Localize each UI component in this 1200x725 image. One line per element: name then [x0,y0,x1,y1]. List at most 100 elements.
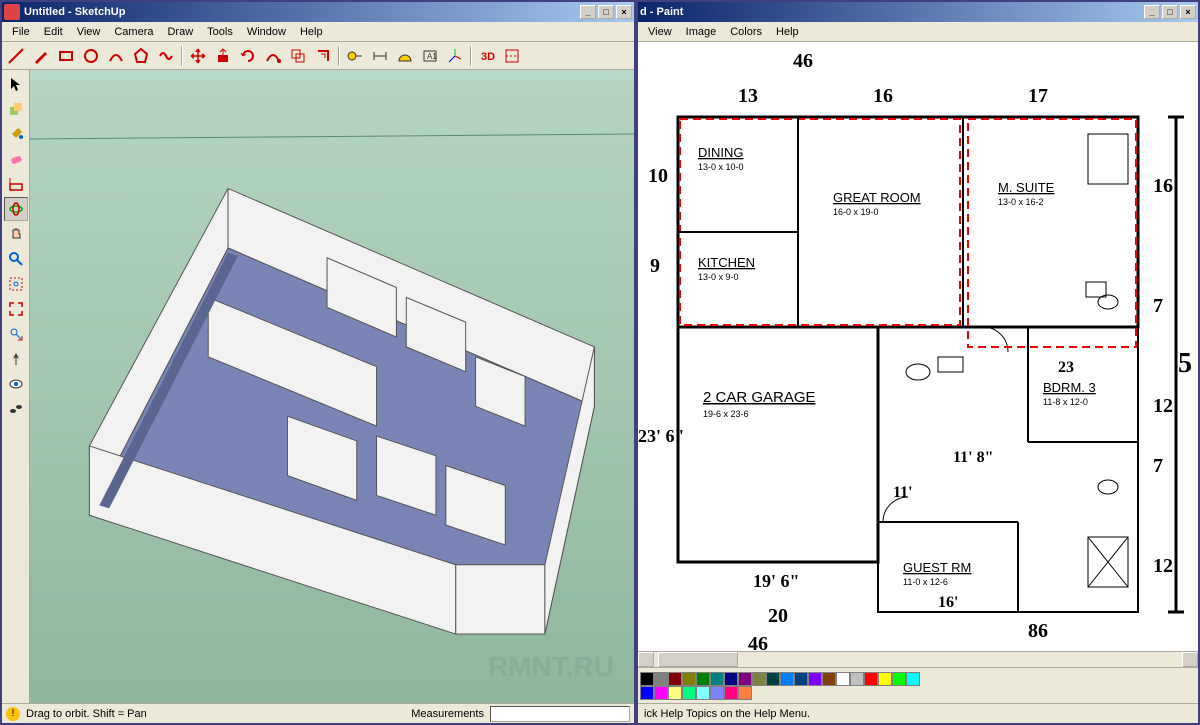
svg-text:M. SUITE: M. SUITE [998,180,1055,195]
color-swatch[interactable] [724,672,738,686]
color-swatch[interactable] [892,672,906,686]
color-swatch[interactable] [780,672,794,686]
color-swatch[interactable] [710,686,724,700]
color-swatch[interactable] [654,686,668,700]
svg-text:86: 86 [1028,620,1048,642]
menu-view[interactable]: View [642,24,678,40]
look-around-icon[interactable] [4,372,28,396]
menu-file[interactable]: File [6,24,36,40]
menu-edit[interactable]: Edit [38,24,69,40]
move-tool-icon[interactable] [186,44,210,68]
scroll-thumb[interactable] [658,652,738,667]
color-swatch[interactable] [668,686,682,700]
text-tool-icon[interactable]: A1 [418,44,442,68]
offset-tool-icon[interactable] [311,44,335,68]
menu-view[interactable]: View [71,24,107,40]
color-swatch[interactable] [682,672,696,686]
paint-h-scrollbar[interactable] [638,651,1198,667]
color-swatch[interactable] [766,672,780,686]
svg-text:7: 7 [1153,455,1163,477]
sketchup-viewport[interactable]: RMNT.RU [30,70,634,703]
svg-text:17: 17 [1028,85,1048,107]
menu-help[interactable]: Help [770,24,805,40]
circle-tool-icon[interactable] [79,44,103,68]
sketchup-app-icon [4,4,20,20]
color-swatch[interactable] [668,672,682,686]
color-swatch[interactable] [738,686,752,700]
scroll-right-arrow-icon[interactable] [1182,652,1198,667]
select-tool-icon[interactable] [4,72,28,96]
polygon-tool-icon[interactable] [129,44,153,68]
minimize-button[interactable]: _ [1144,5,1160,19]
color-swatch[interactable] [640,686,654,700]
color-swatch[interactable] [906,672,920,686]
sketchup-titlebar[interactable]: Untitled - SketchUp _ □ × [2,2,634,22]
zoom-extents-icon[interactable] [4,297,28,321]
zoom-window-icon[interactable] [4,272,28,296]
color-swatch[interactable] [710,672,724,686]
maximize-button[interactable]: □ [1162,5,1178,19]
color-swatch[interactable] [696,686,710,700]
pushpull-tool-icon[interactable] [211,44,235,68]
menu-draw[interactable]: Draw [161,24,199,40]
menu-camera[interactable]: Camera [108,24,159,40]
freehand-tool-icon[interactable] [154,44,178,68]
axes-tool-icon[interactable] [443,44,467,68]
color-swatch[interactable] [696,672,710,686]
followme-tool-icon[interactable] [261,44,285,68]
warning-icon[interactable]: ! [6,707,20,721]
minimize-button[interactable]: _ [580,5,596,19]
floorplan-drawing: DINING 13-0 x 10-0 GREAT ROOM 16-0 x 19-… [638,42,1198,651]
color-swatch[interactable] [850,672,864,686]
zoom-tool-icon[interactable] [4,247,28,271]
rect-tool-icon[interactable] [54,44,78,68]
previous-view-icon[interactable] [4,322,28,346]
component-tool-icon[interactable] [4,97,28,121]
rotate-tool-icon[interactable] [236,44,260,68]
3dtext-tool-icon[interactable]: 3D [475,44,499,68]
pencil-tool-icon[interactable] [29,44,53,68]
color-swatch[interactable] [738,672,752,686]
protractor-tool-icon[interactable] [393,44,417,68]
paintbucket-tool-icon[interactable] [4,122,28,146]
menu-tools[interactable]: Tools [201,24,239,40]
scale-tool-icon[interactable] [286,44,310,68]
scroll-left-arrow-icon[interactable] [638,652,654,667]
arc-tool-icon[interactable] [104,44,128,68]
menu-help[interactable]: Help [294,24,329,40]
maximize-button[interactable]: □ [598,5,614,19]
color-swatch[interactable] [724,686,738,700]
paint-canvas[interactable]: DINING 13-0 x 10-0 GREAT ROOM 16-0 x 19-… [638,42,1198,651]
eraser-tool-icon[interactable] [4,147,28,171]
section-tool-icon[interactable] [500,44,524,68]
close-button[interactable]: × [1180,5,1196,19]
color-swatch[interactable] [654,672,668,686]
svg-text:A1: A1 [427,52,437,61]
color-swatch[interactable] [822,672,836,686]
paint-window: d - Paint _ □ × View Image Colors Help [636,0,1200,725]
svg-text:16-0 x 19-0: 16-0 x 19-0 [833,207,879,217]
pan-tool-icon[interactable] [4,222,28,246]
line-tool-icon[interactable] [4,44,28,68]
color-swatch[interactable] [878,672,892,686]
color-swatch[interactable] [794,672,808,686]
color-swatch[interactable] [864,672,878,686]
paint-titlebar[interactable]: d - Paint _ □ × [638,2,1198,22]
tape-tool-icon[interactable] [343,44,367,68]
color-swatch[interactable] [640,672,654,686]
color-swatch[interactable] [682,686,696,700]
menu-window[interactable]: Window [241,24,292,40]
orbit-tool-icon[interactable] [4,197,28,221]
color-swatch[interactable] [808,672,822,686]
measurements-input[interactable] [490,706,630,722]
paint-color-palette [638,667,1198,703]
color-swatch[interactable] [752,672,766,686]
menu-image[interactable]: Image [680,24,723,40]
walk-icon[interactable] [4,397,28,421]
close-button[interactable]: × [616,5,632,19]
position-camera-icon[interactable] [4,347,28,371]
menu-colors[interactable]: Colors [724,24,768,40]
rect-tool-side-icon[interactable] [4,172,28,196]
dimension-tool-icon[interactable] [368,44,392,68]
color-swatch[interactable] [836,672,850,686]
